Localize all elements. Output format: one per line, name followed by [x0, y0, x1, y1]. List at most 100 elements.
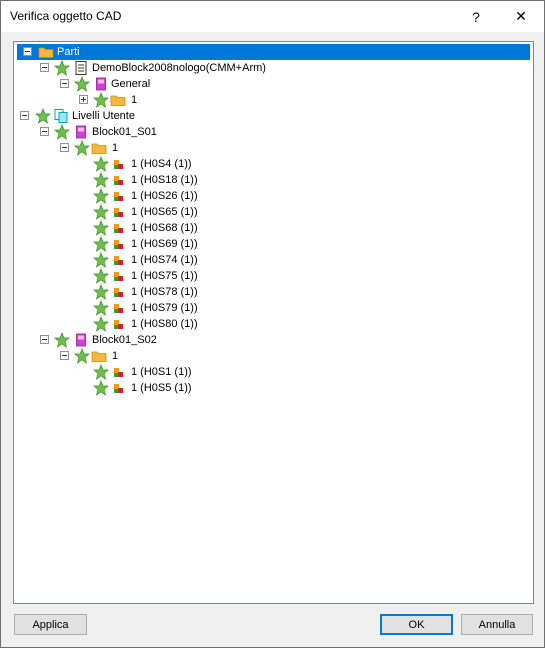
feature-icon: [114, 272, 123, 281]
tree-node-feature[interactable]: 1 (H0S80 (1)): [14, 316, 314, 332]
tree-node-1-general[interactable]: 1: [14, 92, 314, 108]
cancel-button[interactable]: Annulla: [461, 614, 533, 635]
feature-icon: [114, 176, 123, 185]
tree-node-label: Block01_S01: [92, 126, 157, 138]
tree-node-label: 1 (H0S4 (1)): [131, 158, 192, 170]
part-icon: [96, 77, 106, 91]
tree-node-feature[interactable]: 1 (H0S26 (1)): [14, 188, 314, 204]
tree-node-label: Livelli Utente: [72, 110, 135, 122]
tree-node-label: Block01_S02: [92, 334, 157, 346]
star-icon: [35, 108, 51, 124]
star-icon: [54, 124, 70, 140]
star-icon: [93, 268, 109, 284]
tree-node-label: 1 (H0S74 (1)): [131, 254, 198, 266]
tree-node-feature[interactable]: 1 (H0S68 (1)): [14, 220, 314, 236]
collapse-toggle[interactable]: [60, 79, 69, 88]
window-title: Verifica oggetto CAD: [10, 9, 122, 23]
star-icon: [74, 348, 90, 364]
collapse-toggle[interactable]: [23, 47, 32, 56]
star-icon: [93, 236, 109, 252]
folder-icon: [110, 95, 126, 106]
tree-node-feature[interactable]: 1 (H0S78 (1)): [14, 284, 314, 300]
folder-icon: [91, 351, 107, 362]
star-icon: [93, 172, 109, 188]
tree-node-1-s02[interactable]: 1: [14, 348, 314, 364]
star-icon: [74, 76, 90, 92]
collapse-toggle[interactable]: [40, 63, 49, 72]
tree-node-block01-s01[interactable]: Block01_S01: [14, 124, 314, 140]
feature-icon: [114, 368, 123, 377]
tree-node-label: 1 (H0S69 (1)): [131, 238, 198, 250]
tree-node-feature[interactable]: 1 (H0S74 (1)): [14, 252, 314, 268]
tree-node-feature[interactable]: 1 (H0S4 (1)): [14, 156, 314, 172]
part-icon: [76, 125, 86, 139]
tree-node-feature[interactable]: 1 (H0S18 (1)): [14, 172, 314, 188]
tree-node-feature[interactable]: 1 (H0S69 (1)): [14, 236, 314, 252]
cad-object-tree[interactable]: Parti DemoBlock2008nologo(CMM+Arm) Gener…: [13, 41, 534, 604]
apply-button[interactable]: Applica: [14, 614, 87, 635]
expand-toggle[interactable]: [79, 95, 88, 104]
tree-node-livelli-utente[interactable]: Livelli Utente: [14, 108, 314, 124]
collapse-toggle[interactable]: [40, 335, 49, 344]
feature-icon: [114, 224, 123, 233]
feature-icon: [114, 192, 123, 201]
title-bar: Verifica oggetto CAD ? ✕: [1, 1, 544, 32]
feature-icon: [114, 288, 123, 297]
document-icon: [75, 61, 87, 75]
tree-node-feature[interactable]: 1 (H0S75 (1)): [14, 268, 314, 284]
star-icon: [93, 316, 109, 332]
collapse-toggle[interactable]: [20, 111, 29, 120]
tree-node-feature[interactable]: 1 (H0S1 (1)): [14, 364, 314, 380]
tree-node-block01-s02[interactable]: Block01_S02: [14, 332, 314, 348]
feature-icon: [114, 160, 123, 169]
tree-node-feature[interactable]: 1 (H0S79 (1)): [14, 300, 314, 316]
tree-node-label: 1 (H0S78 (1)): [131, 286, 198, 298]
star-icon: [93, 188, 109, 204]
star-icon: [93, 220, 109, 236]
tree-node-demoblock[interactable]: DemoBlock2008nologo(CMM+Arm): [14, 60, 414, 76]
star-icon: [74, 140, 90, 156]
close-button[interactable]: ✕: [498, 1, 544, 32]
tree-node-feature[interactable]: 1 (H0S65 (1)): [14, 204, 314, 220]
feature-icon: [114, 304, 123, 313]
collapse-toggle[interactable]: [60, 351, 69, 360]
tree-node-label: 1 (H0S79 (1)): [131, 302, 198, 314]
star-icon: [93, 252, 109, 268]
star-icon: [93, 284, 109, 300]
feature-icon: [114, 240, 123, 249]
tree-node-label: 1: [131, 94, 138, 106]
star-icon: [93, 204, 109, 220]
tree-node-label: 1 (H0S80 (1)): [131, 318, 198, 330]
tree-node-label: 1 (H0S26 (1)): [131, 190, 198, 202]
folder-icon: [38, 47, 54, 58]
collapse-toggle[interactable]: [60, 143, 69, 152]
tree-node-general[interactable]: General: [14, 76, 314, 92]
tree-node-label: 1 (H0S75 (1)): [131, 270, 198, 282]
collapse-toggle[interactable]: [40, 127, 49, 136]
tree-node-label: 1: [112, 350, 119, 362]
tree-node-label: 1 (H0S5 (1)): [131, 382, 192, 394]
folder-icon: [91, 143, 107, 154]
tree-node-parti[interactable]: Parti: [17, 44, 530, 60]
part-icon: [76, 333, 86, 347]
star-icon: [93, 156, 109, 172]
tree-node-1-s01[interactable]: 1: [14, 140, 314, 156]
tree-node-label: 1 (H0S18 (1)): [131, 174, 198, 186]
tree-node-label: 1 (H0S1 (1)): [131, 366, 192, 378]
feature-icon: [114, 256, 123, 265]
star-icon: [93, 380, 109, 396]
star-icon: [93, 364, 109, 380]
star-icon: [93, 300, 109, 316]
tree-node-label: DemoBlock2008nologo(CMM+Arm): [92, 62, 266, 74]
tree-node-feature[interactable]: 1 (H0S5 (1)): [14, 380, 314, 396]
feature-icon: [114, 208, 123, 217]
feature-icon: [114, 384, 123, 393]
help-button[interactable]: ?: [453, 1, 499, 32]
ok-button[interactable]: OK: [380, 614, 453, 635]
dialog-window: Verifica oggetto CAD ? ✕ Parti DemoBlock…: [0, 0, 545, 648]
tree-node-label: Parti: [57, 46, 80, 58]
feature-icon: [114, 320, 123, 329]
star-icon: [54, 60, 70, 76]
layers-icon: [54, 109, 68, 123]
star-icon: [54, 332, 70, 348]
